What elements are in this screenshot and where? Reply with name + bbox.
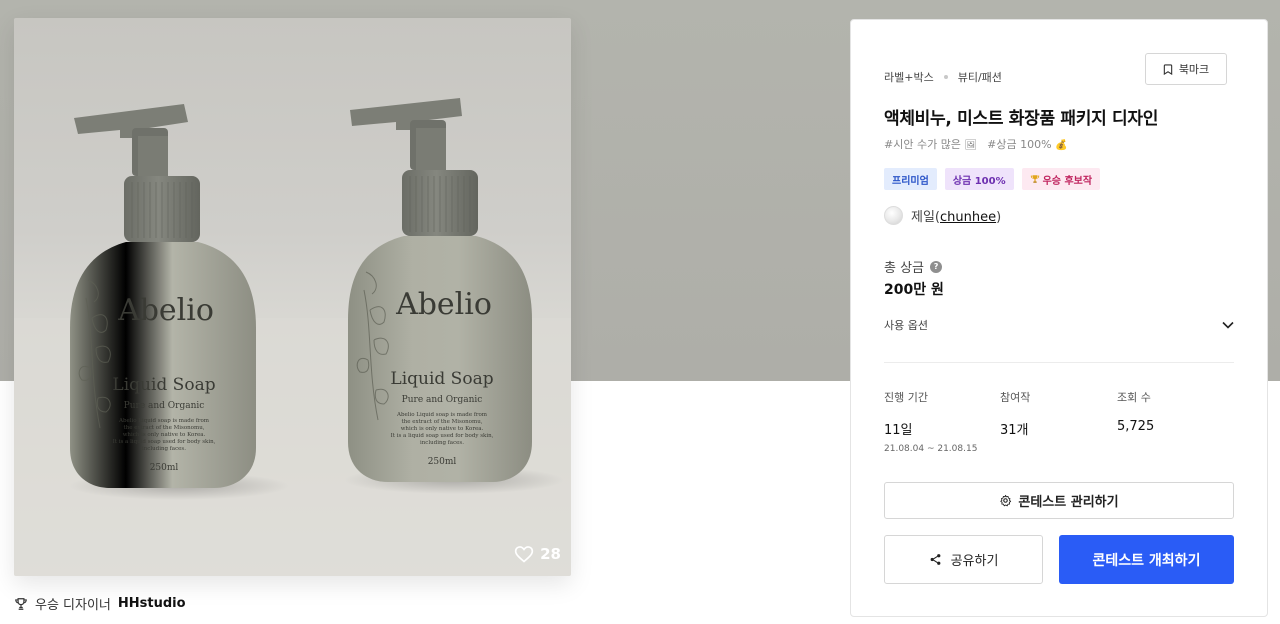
badge-list: 프리미엄 상금 100% 우승 후보작 bbox=[884, 168, 1101, 190]
share-label: 공유하기 bbox=[950, 554, 999, 569]
trophy-icon bbox=[1030, 175, 1039, 183]
right-bottle: Abelio Liquid Soap Pure and Organic Abel… bbox=[348, 98, 532, 482]
breadcrumb-subcategory[interactable]: 뷰티/패션 bbox=[958, 69, 1002, 85]
manage-contest-button[interactable]: 콘테스트 관리하기 bbox=[884, 482, 1234, 519]
winner-candidate-badge: 우승 후보작 bbox=[1021, 168, 1101, 190]
usage-options-toggle[interactable]: 사용 옵션 bbox=[884, 317, 1234, 333]
svg-text:the extract of the Misonomu,: the extract of the Misonomu, bbox=[401, 419, 482, 425]
gear-icon bbox=[1000, 494, 1012, 507]
soap-bottles-photo: Abelio Liquid Soap Pure and Organic Abel… bbox=[14, 98, 571, 576]
premium-badge: 프리미엄 bbox=[884, 168, 937, 190]
designer-name[interactable]: HHstudio bbox=[118, 596, 186, 611]
host-contest-button[interactable]: 콘테스트 개최하기 bbox=[1059, 535, 1234, 584]
hashtag-item[interactable]: #상금 100% 💰 bbox=[987, 136, 1067, 152]
svg-text:250ml: 250ml bbox=[428, 457, 457, 467]
period-label: 진행 기간 bbox=[884, 391, 928, 404]
svg-text:the extract of the Misonomu,: the extract of the Misonomu, bbox=[123, 425, 204, 431]
views-stat: 조회 수 5,725 bbox=[1117, 389, 1154, 434]
product-image[interactable]: Abelio Liquid Soap Pure and Organic Abel… bbox=[14, 18, 571, 576]
trophy-icon bbox=[15, 597, 27, 610]
svg-text:Abelio: Abelio bbox=[117, 293, 214, 328]
entries-value: 31개 bbox=[1000, 423, 1029, 438]
bookmark-label: 북마크 bbox=[1178, 63, 1210, 76]
contest-title: 액체비누, 미스트 화장품 패키지 디자인 bbox=[884, 109, 1159, 129]
bookmark-button[interactable]: 북마크 bbox=[1145, 53, 1227, 85]
like-count: 28 bbox=[540, 545, 561, 563]
money-bag-icon: 💰 bbox=[1055, 140, 1068, 151]
period-value: 11일 bbox=[884, 423, 913, 438]
svg-text:Abelio: Abelio bbox=[395, 287, 492, 322]
owner-name: 제일 bbox=[911, 210, 935, 225]
frame-icon: 🖼 bbox=[964, 140, 978, 151]
share-icon bbox=[930, 554, 940, 565]
chevron-down-icon[interactable] bbox=[1222, 321, 1234, 329]
bookmark-icon bbox=[1163, 63, 1173, 75]
share-button[interactable]: 공유하기 bbox=[884, 535, 1043, 584]
svg-text:including faces.: including faces. bbox=[142, 446, 186, 452]
hashtags: #시안 수가 많은 🖼 #상금 100% 💰 bbox=[884, 136, 1068, 152]
svg-text:It is a liquid soap used for b: It is a liquid soap used for body skin, bbox=[391, 433, 494, 439]
divider bbox=[884, 362, 1234, 363]
avatar bbox=[884, 206, 903, 225]
svg-text:Pure and Organic: Pure and Organic bbox=[402, 395, 483, 405]
contest-owner[interactable]: 제일(chunhee) bbox=[884, 206, 1001, 225]
entries-label: 참여작 bbox=[1000, 391, 1031, 404]
owner-uid[interactable]: chunhee bbox=[940, 210, 996, 225]
left-bottle: Abelio Liquid Soap Pure and Organic Abel… bbox=[70, 104, 256, 488]
breadcrumb-separator bbox=[943, 75, 948, 79]
svg-text:which is only native to Korea.: which is only native to Korea. bbox=[401, 426, 484, 432]
contest-info-panel: 라벨+박스 뷰티/패션 북마크 액체비누, 미스트 화장품 패키지 디자인 #시… bbox=[850, 19, 1268, 617]
hashtag-item[interactable]: #시안 수가 많은 🖼 bbox=[884, 136, 977, 152]
like-counter[interactable]: 28 bbox=[514, 544, 561, 564]
manage-contest-label: 콘테스트 관리하기 bbox=[1018, 495, 1119, 510]
period-stat: 진행 기간 11일 21.08.04 ~ 21.08.15 bbox=[884, 389, 977, 454]
period-range: 21.08.04 ~ 21.08.15 bbox=[884, 444, 978, 454]
total-prize-value: 200만 원 bbox=[884, 282, 944, 298]
svg-text:250ml: 250ml bbox=[150, 463, 179, 473]
help-icon[interactable]: ? bbox=[930, 260, 943, 273]
winner-designer: 우승 디자이너 HHstudio bbox=[14, 594, 186, 613]
designer-prefix: 우승 디자이너 bbox=[35, 598, 111, 613]
svg-text:It is a liquid soap used for b: It is a liquid soap used for body skin, bbox=[113, 439, 216, 445]
entries-stat: 참여작 31개 bbox=[1000, 389, 1030, 438]
breadcrumb: 라벨+박스 뷰티/패션 bbox=[884, 69, 1002, 85]
svg-text:Abelio Liquid soap is made fro: Abelio Liquid soap is made from bbox=[118, 418, 210, 424]
views-value: 5,725 bbox=[1117, 419, 1155, 434]
svg-text:Liquid Soap: Liquid Soap bbox=[112, 375, 215, 395]
usage-options-label: 사용 옵션 bbox=[884, 319, 928, 332]
breadcrumb-category[interactable]: 라벨+박스 bbox=[884, 69, 934, 85]
svg-text:Abelio Liquid soap is made fro: Abelio Liquid soap is made from bbox=[396, 412, 488, 418]
total-prize-label: 총 상금 ? bbox=[884, 257, 943, 276]
svg-text:Liquid Soap: Liquid Soap bbox=[390, 369, 493, 389]
svg-text:including faces.: including faces. bbox=[420, 440, 464, 446]
views-label: 조회 수 bbox=[1117, 391, 1151, 404]
prize-badge: 상금 100% bbox=[944, 168, 1014, 190]
svg-text:Pure and Organic: Pure and Organic bbox=[124, 401, 205, 411]
heart-icon[interactable] bbox=[514, 544, 534, 564]
svg-text:which is only native to Korea.: which is only native to Korea. bbox=[123, 432, 206, 438]
